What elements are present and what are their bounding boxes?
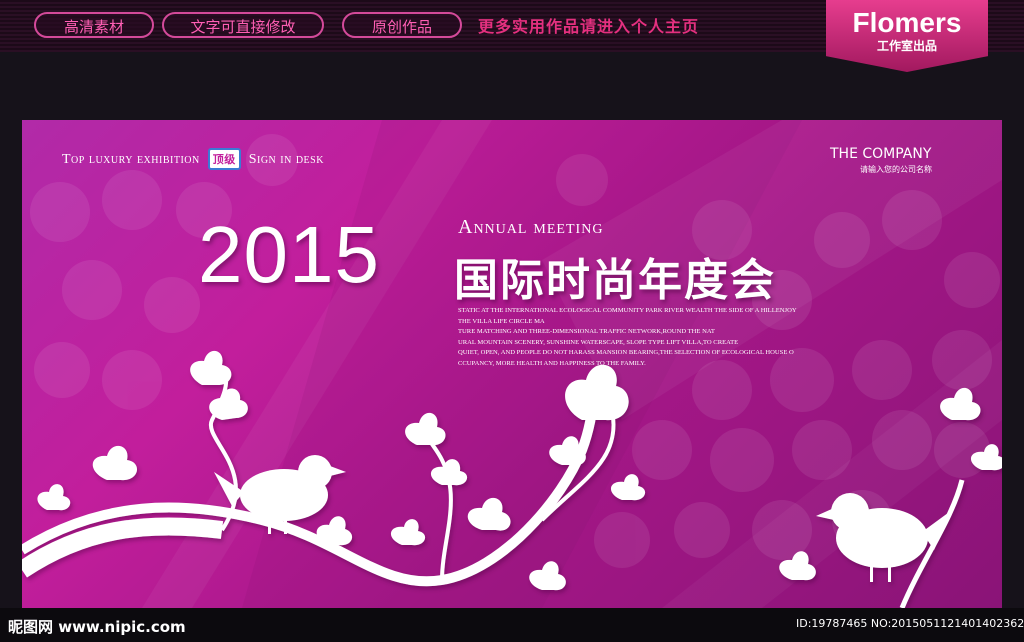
promo-link[interactable]: 更多实用作品请进入个人主页 (478, 13, 699, 37)
button-editable-text[interactable]: 文字可直接修改 (162, 12, 324, 38)
button-hd-material[interactable]: 高清素材 (34, 12, 154, 38)
brand-subtitle: 工作室出品 (876, 39, 937, 53)
button-original-work[interactable]: 原创作品 (342, 12, 462, 38)
bird-silhouettes (22, 350, 1002, 608)
watermark-site: 昵图网 www.nipic.com (8, 618, 186, 636)
bird-right (816, 493, 952, 582)
brand-badge: Flomers 工作室出品 (826, 0, 988, 72)
brand-name: Flomers (852, 7, 962, 38)
watermark-footer: 昵图网 www.nipic.com ID:19787465 NO:2015051… (0, 608, 1024, 642)
watermark-id: ID:19787465 NO:20150511214014023623 6 (796, 617, 1024, 630)
banner-artwork: Top luxury exhibition 顶级 Sign in desk TH… (22, 120, 1002, 608)
